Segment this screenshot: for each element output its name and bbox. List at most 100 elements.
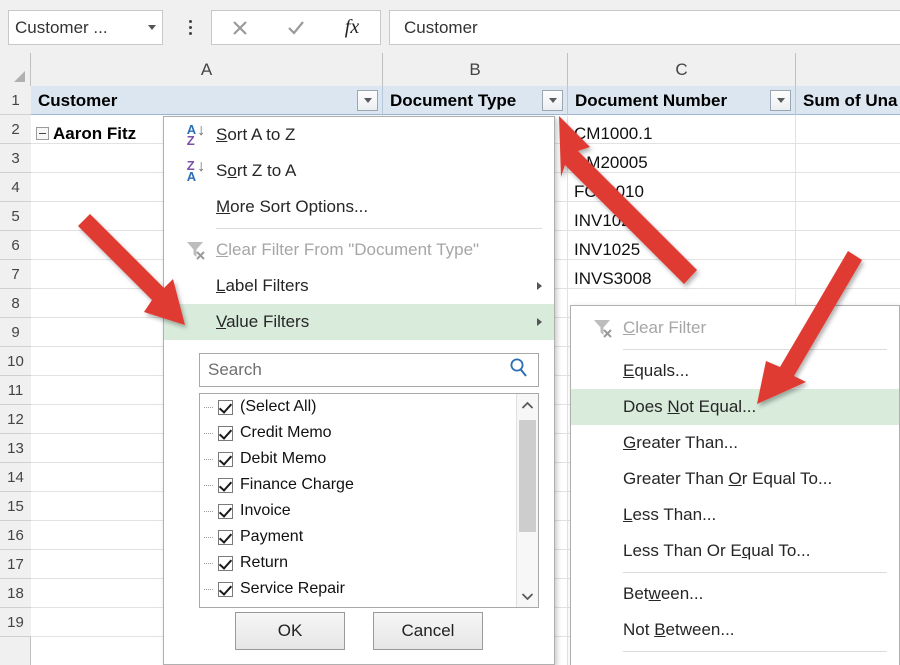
select-all-corner[interactable] <box>0 53 31 86</box>
menu-item-label-filters[interactable]: Label Filters <box>164 268 554 304</box>
row-header-19[interactable]: 19 <box>0 608 31 637</box>
row-header-column: 1 2 3 4 5 6 7 8 9 10 11 12 13 14 15 16 1… <box>0 86 31 665</box>
row-header-4[interactable]: 4 <box>0 173 31 202</box>
cell-c7[interactable]: INVS3008 <box>574 269 652 289</box>
cell-c3[interactable]: DM20005 <box>574 153 648 173</box>
filter-button-document-number[interactable] <box>770 90 791 111</box>
list-item-label: Return <box>240 554 289 571</box>
row-header-10[interactable]: 10 <box>0 347 31 376</box>
cancel-button[interactable]: Cancel <box>373 612 483 650</box>
submenu-item-greater-than-or-equal-to[interactable]: Greater Than Or Equal To... <box>571 461 899 497</box>
insert-function-icon[interactable]: fx <box>324 11 380 44</box>
value-filters-submenu: Clear Filter Equals... Does Not Equal...… <box>570 305 900 665</box>
filter-search-input[interactable]: Search <box>199 353 539 387</box>
row-header-8[interactable]: 8 <box>0 289 31 318</box>
row-header-16[interactable]: 16 <box>0 521 31 550</box>
list-item-label: Payment <box>240 528 304 545</box>
submenu-item-less-than-or-equal-to[interactable]: Less Than Or Equal To... <box>571 533 899 569</box>
sort-az-icon: A Z ↓ <box>186 122 206 148</box>
submenu-item-between[interactable]: Between... <box>571 576 899 612</box>
scroll-up-icon[interactable] <box>517 394 538 416</box>
list-item[interactable]: Invoice <box>200 498 538 524</box>
submenu-item-does-not-equal[interactable]: Does Not Equal... <box>571 389 899 425</box>
menu-item-sort-a-to-z[interactable]: A Z ↓ Sort A to Z <box>164 117 554 153</box>
column-header-row: A B C <box>0 53 900 86</box>
scrollbar-thumb[interactable] <box>519 420 536 532</box>
column-header-b[interactable]: B <box>383 53 568 86</box>
cell-a2[interactable]: Aaron Fitz <box>36 119 136 148</box>
checkbox-finance-charge[interactable] <box>218 477 233 493</box>
row-header-12[interactable]: 12 <box>0 405 31 434</box>
checkbox-credit-memo[interactable] <box>218 425 233 441</box>
chevron-down-icon[interactable] <box>148 25 156 30</box>
checkbox-payment[interactable] <box>218 529 233 545</box>
name-box[interactable]: Customer ... <box>8 10 163 45</box>
search-icon[interactable] <box>508 357 530 384</box>
row-header-9[interactable]: 9 <box>0 318 31 347</box>
menu-item-clear-filter: Clear Filter From "Document Type" <box>164 232 554 268</box>
checkbox-service-repair[interactable] <box>218 581 233 597</box>
row-header-15[interactable]: 15 <box>0 492 31 521</box>
filter-value-list[interactable]: (Select All) Credit Memo Debit Memo Fina… <box>199 393 539 608</box>
cancel-entry-icon[interactable] <box>212 11 268 44</box>
row-header-18[interactable]: 18 <box>0 579 31 608</box>
list-item[interactable]: Debit Memo <box>200 446 538 472</box>
tree-connector <box>204 407 213 408</box>
checkbox-debit-memo[interactable] <box>218 451 233 467</box>
menu-item-value-filters[interactable]: Value Filters <box>164 304 554 340</box>
menu-item-sort-a-to-z-label: Sort A to Z <box>216 125 296 144</box>
list-item-label: (Select All) <box>240 398 317 415</box>
filter-search-placeholder: Search <box>208 360 262 379</box>
menu-item-more-sort-options[interactable]: More Sort Options... <box>164 189 554 225</box>
formula-input[interactable]: Customer <box>389 10 900 45</box>
list-item[interactable]: Finance Charge <box>200 472 538 498</box>
ok-button[interactable]: OK <box>235 612 345 650</box>
row-header-13[interactable]: 13 <box>0 434 31 463</box>
confirm-entry-icon[interactable] <box>268 11 324 44</box>
column-header-a[interactable]: A <box>31 53 383 86</box>
scroll-down-icon[interactable] <box>517 585 538 607</box>
column-header-d[interactable] <box>796 53 900 86</box>
checkbox-invoice[interactable] <box>218 503 233 519</box>
row-header-17[interactable]: 17 <box>0 550 31 579</box>
list-item-label: Service Repair <box>240 580 345 597</box>
submenu-item-greater-than[interactable]: Greater Than... <box>571 425 899 461</box>
excel-window: Customer ... fx Customer A B C 1 2 3 4 5… <box>0 0 900 665</box>
list-scrollbar[interactable] <box>516 394 538 607</box>
submenu-item-not-between-label: Not Between... <box>623 620 735 639</box>
row-header-1[interactable]: 1 <box>0 86 31 115</box>
row-header-7[interactable]: 7 <box>0 260 31 289</box>
list-item[interactable]: (Select All) <box>200 394 538 420</box>
clear-filter-icon <box>583 318 623 338</box>
more-options-icon[interactable] <box>183 14 197 40</box>
menu-item-sort-z-to-a-label: Sort Z to A <box>216 161 297 180</box>
cell-c2[interactable]: CM1000.1 <box>574 124 652 144</box>
checkbox-return[interactable] <box>218 555 233 571</box>
cell-c5[interactable]: INV1024 <box>574 211 640 231</box>
submenu-item-less-than[interactable]: Less Than... <box>571 497 899 533</box>
dialog-button-row: OK Cancel <box>164 612 554 650</box>
collapse-minus-icon[interactable] <box>36 127 49 140</box>
filter-button-document-type[interactable] <box>542 90 563 111</box>
checkbox-select-all[interactable] <box>218 399 233 415</box>
clear-filter-icon <box>176 240 216 260</box>
fx-glyph: fx <box>344 16 360 38</box>
row-header-3[interactable]: 3 <box>0 144 31 173</box>
filter-button-customer[interactable] <box>357 90 378 111</box>
list-item[interactable]: Service Repair <box>200 576 538 602</box>
row-header-5[interactable]: 5 <box>0 202 31 231</box>
list-item[interactable]: Return <box>200 550 538 576</box>
row-header-11[interactable]: 11 <box>0 376 31 405</box>
cell-c4[interactable]: FC20010 <box>574 182 644 202</box>
submenu-item-clear-filter-label: Clear Filter <box>623 318 707 337</box>
cell-c6[interactable]: INV1025 <box>574 240 640 260</box>
submenu-item-equals[interactable]: Equals... <box>571 353 899 389</box>
submenu-item-not-between[interactable]: Not Between... <box>571 612 899 648</box>
column-header-c[interactable]: C <box>568 53 796 86</box>
row-header-14[interactable]: 14 <box>0 463 31 492</box>
list-item[interactable]: Credit Memo <box>200 420 538 446</box>
row-header-2[interactable]: 2 <box>0 115 31 144</box>
menu-item-sort-z-to-a[interactable]: Z A ↓ Sort Z to A <box>164 153 554 189</box>
list-item[interactable]: Payment <box>200 524 538 550</box>
row-header-6[interactable]: 6 <box>0 231 31 260</box>
